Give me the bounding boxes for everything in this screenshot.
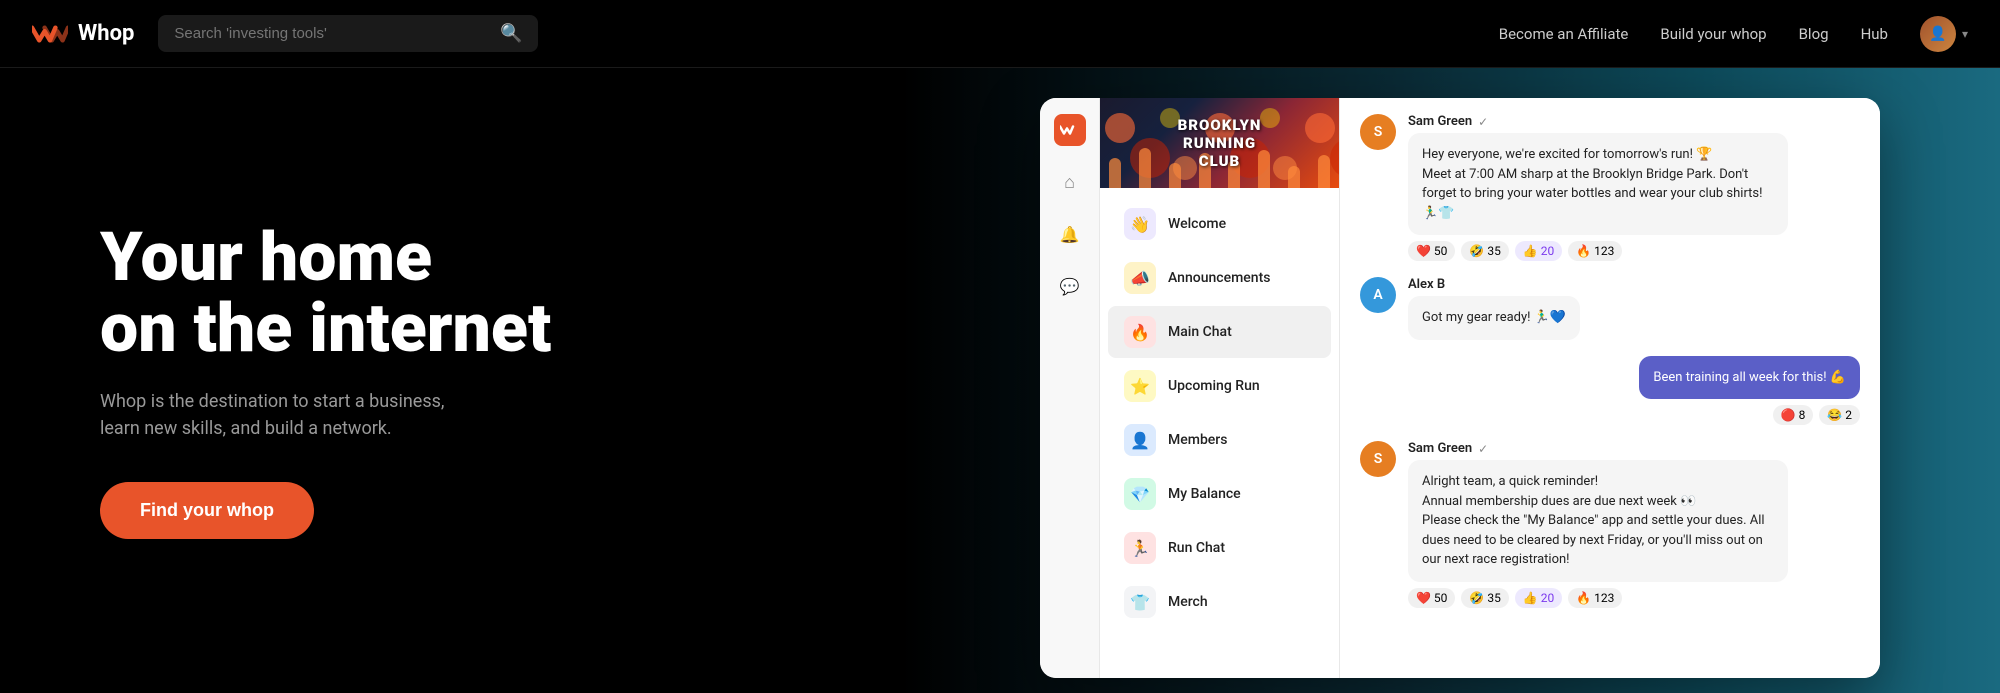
nav-item-upcoming-run[interactable]: ⭐ Upcoming Run <box>1108 360 1331 412</box>
verified-badge-1: ✓ <box>1478 115 1488 129</box>
msg-header-1: Sam Green ✓ <box>1408 114 1788 129</box>
members-icon: 👤 <box>1124 424 1156 456</box>
find-whop-button[interactable]: Find your whop <box>100 482 314 539</box>
upcoming-run-icon: ⭐ <box>1124 370 1156 402</box>
avatar: 👤 <box>1920 16 1956 52</box>
message-1: S Sam Green ✓ Hey everyone, we're excite… <box>1360 114 1860 261</box>
hero-title-line2: on the internet <box>100 288 551 368</box>
affiliate-link[interactable]: Become an Affiliate <box>1499 25 1629 43</box>
msg-reactions-3: 🔴 8 😂 2 <box>1773 405 1860 425</box>
sidebar-chat-button[interactable]: 💬 <box>1054 270 1086 302</box>
nav-right: Become an Affiliate Build your whop Blog… <box>1499 16 1968 52</box>
reaction-heart-4[interactable]: ❤️ 50 <box>1408 588 1455 608</box>
chevron-down-icon: ▾ <box>1962 27 1968 41</box>
messages-list: S Sam Green ✓ Hey everyone, we're excite… <box>1340 98 1880 678</box>
banner-image: BROOKLYN RUNNING CLUB <box>1100 98 1339 188</box>
club-banner: BROOKLYN RUNNING CLUB <box>1100 98 1339 188</box>
verified-badge-4: ✓ <box>1478 442 1488 456</box>
nav-item-run-chat[interactable]: 🏃 Run Chat <box>1108 522 1331 574</box>
nav-item-merch[interactable]: 👕 Merch <box>1108 576 1331 628</box>
nav-item-main-chat[interactable]: 🔥 Main Chat <box>1108 306 1331 358</box>
reaction-laugh-4[interactable]: 🤣 35 <box>1461 588 1508 608</box>
reaction-fire-4[interactable]: 🔥 123 <box>1568 588 1622 608</box>
msg-content-1: Sam Green ✓ Hey everyone, we're excited … <box>1408 114 1788 261</box>
msg-header-4: Sam Green ✓ <box>1408 441 1788 456</box>
logo-text: Whop <box>78 21 134 46</box>
nav-item-announcements[interactable]: 📣 Announcements <box>1108 252 1331 304</box>
msg-content-2: Alex B Got my gear ready! 🏃‍♂️💙 <box>1408 277 1580 340</box>
blog-link[interactable]: Blog <box>1799 25 1829 43</box>
message-4: S Sam Green ✓ Alright team, a quick remi… <box>1360 441 1860 608</box>
nav-item-welcome[interactable]: 👋 Welcome <box>1108 198 1331 250</box>
build-link[interactable]: Build your whop <box>1660 25 1766 43</box>
whop-logo-icon <box>32 20 68 48</box>
hub-link[interactable]: Hub <box>1861 25 1888 43</box>
logo[interactable]: Whop <box>32 20 134 48</box>
navbar: Whop 🔍 Become an Affiliate Build your wh… <box>0 0 2000 68</box>
avatar-alex: A <box>1360 277 1396 313</box>
msg-content-4: Sam Green ✓ Alright team, a quick remind… <box>1408 441 1788 608</box>
sidebar-bell-button[interactable]: 🔔 <box>1054 218 1086 250</box>
card-nav: BROOKLYN RUNNING CLUB 👋 Welcome 📣 Announ… <box>1100 98 1340 678</box>
bell-icon: 🔔 <box>1060 225 1080 244</box>
reaction-thumbs-1[interactable]: 👍 20 <box>1515 241 1562 261</box>
hero-title: Your home on the internet <box>100 222 551 365</box>
sidebar-home-button[interactable]: ⌂ <box>1054 166 1086 198</box>
msg-bubble-1: Hey everyone, we're excited for tomorrow… <box>1408 133 1788 235</box>
reaction-thumbs-4[interactable]: 👍 20 <box>1515 588 1562 608</box>
search-input[interactable] <box>174 25 490 42</box>
reaction-laugh-3[interactable]: 😂 2 <box>1819 405 1860 425</box>
hero-section: Your home on the internet Whop is the de… <box>0 0 2000 693</box>
avatar-sam-1: S <box>1360 114 1396 150</box>
nav-item-my-balance[interactable]: 💎 My Balance <box>1108 468 1331 520</box>
home-icon: ⌂ <box>1064 172 1075 193</box>
nav-item-members[interactable]: 👤 Members <box>1108 414 1331 466</box>
user-avatar-button[interactable]: 👤 ▾ <box>1920 16 1968 52</box>
msg-bubble-3: Been training all week for this! 💪 <box>1639 356 1860 400</box>
msg-reactions-4: ❤️ 50 🤣 35 👍 20 🔥 123 <box>1408 588 1788 608</box>
chat-main: S Sam Green ✓ Hey everyone, we're excite… <box>1340 98 1880 678</box>
message-2: A Alex B Got my gear ready! 🏃‍♂️💙 <box>1360 277 1860 340</box>
reaction-laugh-1[interactable]: 🤣 35 <box>1461 241 1508 261</box>
msg-reactions-1: ❤️ 50 🤣 35 👍 20 🔥 123 <box>1408 241 1788 261</box>
run-chat-icon: 🏃 <box>1124 532 1156 564</box>
avatar-image: 👤 <box>1920 16 1956 52</box>
search-icon: 🔍 <box>500 23 522 44</box>
merch-icon: 👕 <box>1124 586 1156 618</box>
sidebar-whop-icon[interactable] <box>1054 114 1086 146</box>
hero-subtitle: Whop is the destination to start a busin… <box>100 388 551 442</box>
announcements-icon: 📣 <box>1124 262 1156 294</box>
reaction-red-3[interactable]: 🔴 8 <box>1773 405 1814 425</box>
hero-title-line1: Your home <box>100 217 432 297</box>
nav-items-list: 👋 Welcome 📣 Announcements 🔥 Main Chat ⭐ … <box>1100 188 1339 678</box>
demo-card: ⌂ 🔔 💬 <box>1040 98 1880 678</box>
banner-text: BROOKLYN RUNNING CLUB <box>1178 116 1262 170</box>
card-sidebar: ⌂ 🔔 💬 <box>1040 98 1100 678</box>
main-chat-icon: 🔥 <box>1124 316 1156 348</box>
search-bar[interactable]: 🔍 <box>158 15 538 52</box>
msg-content-3: Been training all week for this! 💪 🔴 8 😂… <box>1639 356 1860 426</box>
reaction-fire-1[interactable]: 🔥 123 <box>1568 241 1622 261</box>
chat-icon: 💬 <box>1060 277 1080 296</box>
message-3-own: Been training all week for this! 💪 🔴 8 😂… <box>1360 356 1860 426</box>
avatar-sam-4: S <box>1360 441 1396 477</box>
msg-bubble-2: Got my gear ready! 🏃‍♂️💙 <box>1408 296 1580 340</box>
msg-header-2: Alex B <box>1408 277 1580 292</box>
hero-content: Your home on the internet Whop is the de… <box>0 222 551 540</box>
balance-icon: 💎 <box>1124 478 1156 510</box>
msg-bubble-4: Alright team, a quick reminder! Annual m… <box>1408 460 1788 582</box>
welcome-icon: 👋 <box>1124 208 1156 240</box>
reaction-heart-1[interactable]: ❤️ 50 <box>1408 241 1455 261</box>
